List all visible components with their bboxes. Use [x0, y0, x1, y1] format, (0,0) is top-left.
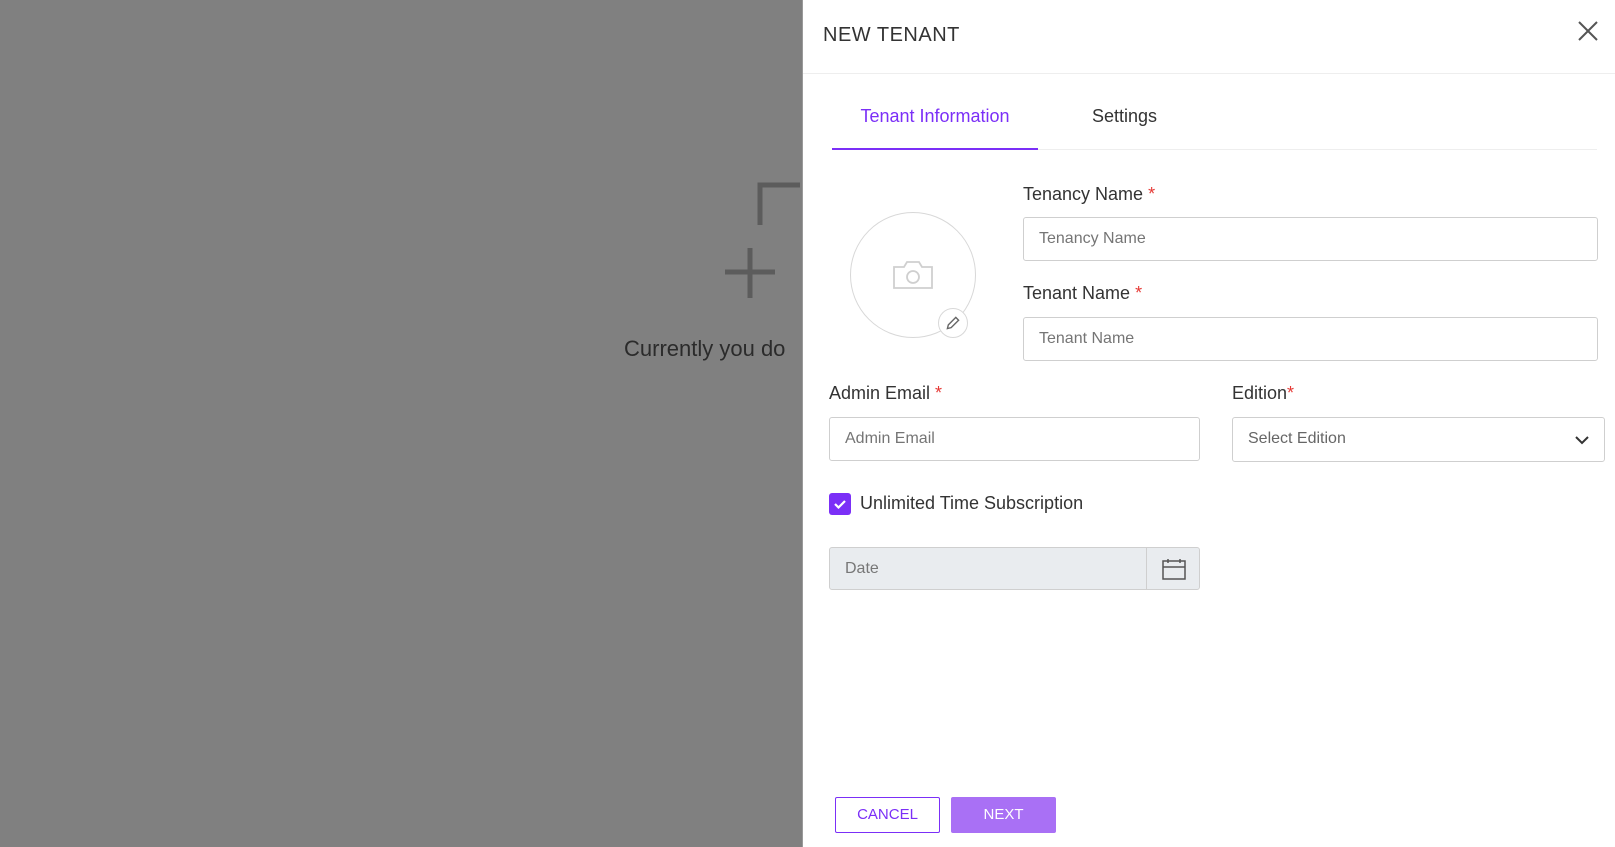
tab-tenant-information[interactable]: Tenant Information: [832, 106, 1038, 150]
unlimited-subscription-checkbox[interactable]: [829, 493, 851, 515]
tenancy-name-input[interactable]: [1023, 217, 1598, 261]
required-mark: *: [1148, 184, 1156, 204]
date-field: Date: [829, 547, 1200, 590]
tenant-name-input[interactable]: [1023, 317, 1598, 361]
required-mark: *: [1287, 383, 1295, 403]
avatar-upload[interactable]: [850, 212, 976, 338]
admin-email-label: Admin Email *: [829, 383, 942, 404]
tenancy-name-label-text: Tenancy Name: [1023, 184, 1144, 204]
tab-bar: Tenant Information Settings: [832, 90, 1597, 150]
drawer-title: NEW TENANT: [823, 24, 960, 46]
cancel-button[interactable]: CANCEL: [835, 797, 940, 833]
camera-icon: [893, 261, 933, 289]
date-input: Date: [845, 560, 879, 577]
edition-label-text: Edition: [1232, 383, 1288, 403]
drawer-header: NEW TENANT: [803, 0, 1615, 74]
admin-email-input[interactable]: [829, 417, 1200, 461]
edition-label: Edition*: [1232, 383, 1294, 404]
edit-avatar-button[interactable]: [938, 308, 968, 338]
required-mark: *: [935, 383, 943, 403]
new-tenant-drawer: NEW TENANT Tenant Information Settings T…: [802, 0, 1615, 847]
close-icon[interactable]: [1575, 18, 1601, 44]
empty-state-text: Currently you do: [624, 336, 786, 361]
tenant-name-label-text: Tenant Name: [1023, 283, 1131, 303]
tab-settings[interactable]: Settings: [1092, 106, 1157, 127]
pencil-icon: [946, 316, 960, 330]
edition-select[interactable]: Select Edition: [1232, 417, 1605, 462]
tenancy-name-label: Tenancy Name *: [1023, 184, 1155, 205]
edition-selected-value: Select Edition: [1248, 430, 1346, 447]
date-picker-button[interactable]: [1146, 548, 1199, 589]
calendar-icon: [1162, 559, 1186, 580]
unlimited-subscription-label: Unlimited Time Subscription: [860, 493, 1084, 513]
checkmark-icon: [834, 500, 846, 510]
admin-email-label-text: Admin Email: [829, 383, 931, 403]
tenant-name-label: Tenant Name *: [1023, 283, 1142, 304]
required-mark: *: [1135, 283, 1143, 303]
next-button[interactable]: NEXT: [951, 797, 1056, 833]
chevron-down-icon: [1575, 436, 1589, 445]
